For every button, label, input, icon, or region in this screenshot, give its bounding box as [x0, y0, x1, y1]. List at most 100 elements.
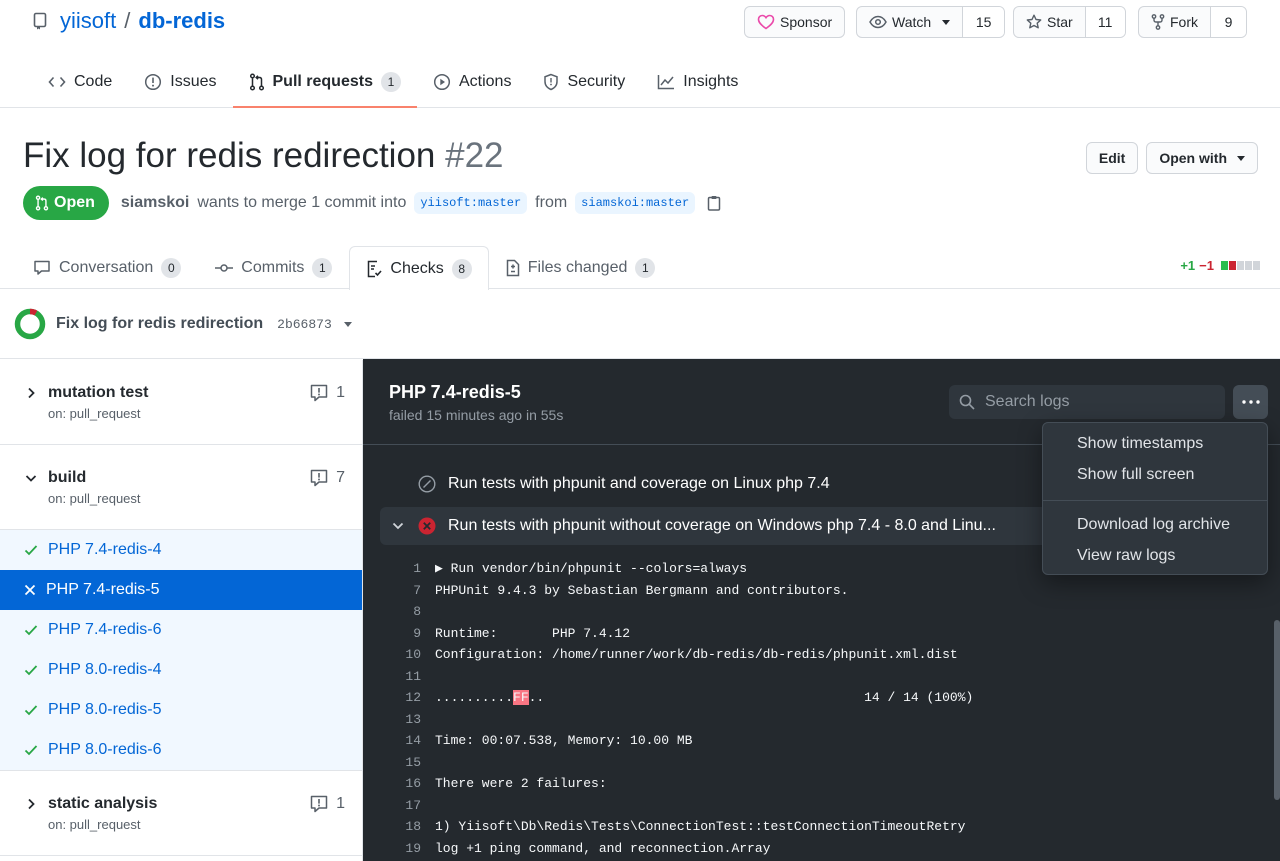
- job-item[interactable]: PHP 7.4-redis-4: [0, 530, 362, 570]
- line-text-post: .. 14 / 14 (100%): [528, 690, 974, 706]
- commit-sha-selector[interactable]: 2b66873: [277, 317, 352, 332]
- nav-actions[interactable]: Actions: [417, 56, 527, 108]
- watch-count[interactable]: 15: [962, 7, 1005, 37]
- job-name: PHP 7.4-redis-5: [46, 581, 160, 598]
- workflow-build[interactable]: build on: pull_request 7: [0, 445, 362, 530]
- copy-icon[interactable]: [707, 195, 721, 211]
- pr-state-badge: Open: [23, 186, 109, 220]
- workflow-event: on: pull_request: [48, 817, 141, 832]
- job-item[interactable]: PHP 8.0-redis-6: [0, 730, 362, 770]
- pr-from-text: from: [535, 194, 568, 211]
- file-diff-icon: [506, 259, 519, 277]
- star-button[interactable]: Star: [1014, 7, 1085, 37]
- shield-icon: [544, 73, 559, 91]
- log-options-button[interactable]: [1233, 385, 1268, 419]
- pull-request-icon: [35, 195, 49, 211]
- line-number[interactable]: 18: [380, 819, 435, 834]
- line-number[interactable]: 16: [380, 776, 435, 791]
- workflow-mutation-test[interactable]: mutation test on: pull_request 1: [0, 360, 362, 445]
- job-item[interactable]: PHP 8.0-redis-4: [0, 650, 362, 690]
- job-item[interactable]: PHP 8.0-redis-5: [0, 690, 362, 730]
- nav-pull-requests-count: 1: [380, 72, 401, 92]
- sponsor-button[interactable]: Sponsor: [744, 6, 846, 38]
- line-text: Time: 00:07.538, Memory: 10.00 MB: [435, 733, 693, 749]
- pr-author-link[interactable]: siamskoi: [121, 194, 189, 212]
- star-group: Star 11: [1013, 6, 1126, 38]
- line-number[interactable]: 10: [380, 647, 435, 662]
- tab-checks[interactable]: Checks 8: [349, 246, 489, 290]
- tab-files-changed[interactable]: Files changed 1: [489, 246, 673, 289]
- line-number[interactable]: 15: [380, 755, 435, 770]
- line-number[interactable]: 13: [380, 712, 435, 727]
- nav-code[interactable]: Code: [32, 56, 128, 108]
- checks-sidebar: mutation test on: pull_request 1 build o…: [0, 360, 363, 861]
- tab-commits[interactable]: Commits 1: [198, 246, 349, 289]
- log-line: 18 1) Yiisoft\Db\Redis\Tests\ConnectionTe…: [380, 816, 1260, 838]
- fork-count[interactable]: 9: [1210, 7, 1246, 37]
- line-number[interactable]: 9: [380, 626, 435, 641]
- job-name: PHP 7.4-redis-4: [48, 541, 162, 558]
- watch-button[interactable]: Watch: [857, 7, 962, 37]
- job-name: PHP 8.0-redis-5: [48, 701, 162, 718]
- job-item[interactable]: PHP 7.4-redis-6: [0, 610, 362, 650]
- repo-owner-link[interactable]: yiisoft: [60, 8, 116, 34]
- open-with-button[interactable]: Open with: [1146, 142, 1258, 174]
- fork-icon: [1151, 14, 1165, 30]
- edit-button[interactable]: Edit: [1085, 142, 1139, 174]
- pr-tabs: Conversation 0 Commits 1 Checks 8 Files …: [0, 246, 1280, 290]
- menu-view-raw-logs[interactable]: View raw logs: [1043, 540, 1267, 571]
- caret-down-icon: [942, 19, 951, 25]
- log-line: 16 There were 2 failures:: [380, 773, 1260, 795]
- pull-request-icon: [249, 73, 264, 91]
- star-label: Star: [1047, 14, 1073, 30]
- menu-divider: [1043, 500, 1267, 501]
- base-branch[interactable]: yiisoft:master: [414, 192, 528, 214]
- star-count[interactable]: 11: [1084, 7, 1125, 37]
- tab-commits-count: 1: [312, 258, 333, 278]
- head-branch[interactable]: siamskoi:master: [575, 192, 696, 214]
- job-list: PHP 7.4-redis-4 PHP 7.4-redis-5 PHP 7.4-…: [0, 530, 362, 771]
- nav-code-label: Code: [74, 73, 113, 90]
- search-logs-input[interactable]: [985, 393, 1205, 411]
- line-text: PHPUnit 9.4.3 by Sebastian Bergmann and …: [435, 582, 849, 598]
- job-title: PHP 7.4-redis-5: [389, 382, 521, 402]
- line-number[interactable]: 19: [380, 841, 435, 856]
- workflow-annotation-count: 7: [336, 469, 345, 486]
- line-number[interactable]: 17: [380, 798, 435, 813]
- menu-show-full-screen[interactable]: Show full screen: [1043, 459, 1267, 490]
- job-name: PHP 8.0-redis-6: [48, 741, 162, 758]
- pr-number: #22: [445, 136, 504, 175]
- repo-name-link[interactable]: db-redis: [138, 8, 225, 34]
- menu-show-timestamps[interactable]: Show timestamps: [1043, 428, 1267, 459]
- tab-conversation[interactable]: Conversation 0: [16, 246, 198, 289]
- line-number[interactable]: 12: [380, 690, 435, 705]
- nav-actions-label: Actions: [458, 73, 512, 90]
- line-number[interactable]: 1: [380, 561, 435, 576]
- fork-label: Fork: [1170, 14, 1198, 30]
- line-text: There were 2 failures:: [435, 776, 607, 792]
- line-number[interactable]: 7: [380, 583, 435, 598]
- job-name: PHP 8.0-redis-4: [48, 661, 162, 678]
- line-number[interactable]: 8: [380, 604, 435, 619]
- job-item-selected[interactable]: PHP 7.4-redis-5: [0, 570, 362, 610]
- pr-meta: Open siamskoi wants to merge 1 commit in…: [23, 186, 721, 220]
- watch-group: Watch 15: [856, 6, 1006, 38]
- tab-commits-label: Commits: [241, 259, 305, 276]
- log-output: 1 ▶ Run vendor/bin/phpunit --colors=alway…: [380, 558, 1260, 859]
- comment-icon: [34, 260, 50, 275]
- nav-pull-requests[interactable]: Pull requests 1: [232, 56, 418, 108]
- workflow-static-analysis[interactable]: static analysis on: pull_request 1: [0, 771, 362, 856]
- nav-insights[interactable]: Insights: [641, 56, 754, 108]
- line-text: Configuration: /home/runner/work/db-redi…: [435, 647, 958, 663]
- fork-button[interactable]: Fork: [1139, 7, 1210, 37]
- line-number[interactable]: 11: [380, 669, 435, 684]
- nav-issues[interactable]: Issues: [128, 56, 232, 108]
- line-number[interactable]: 14: [380, 733, 435, 748]
- workflow-event: on: pull_request: [48, 406, 141, 421]
- log-scrollbar[interactable]: [1274, 620, 1280, 800]
- menu-download-log-archive[interactable]: Download log archive: [1043, 509, 1267, 540]
- check-icon: [24, 705, 38, 716]
- pr-header-actions: Edit Open with: [1085, 142, 1258, 174]
- nav-security[interactable]: Security: [527, 56, 641, 108]
- checklist-icon: [368, 260, 382, 277]
